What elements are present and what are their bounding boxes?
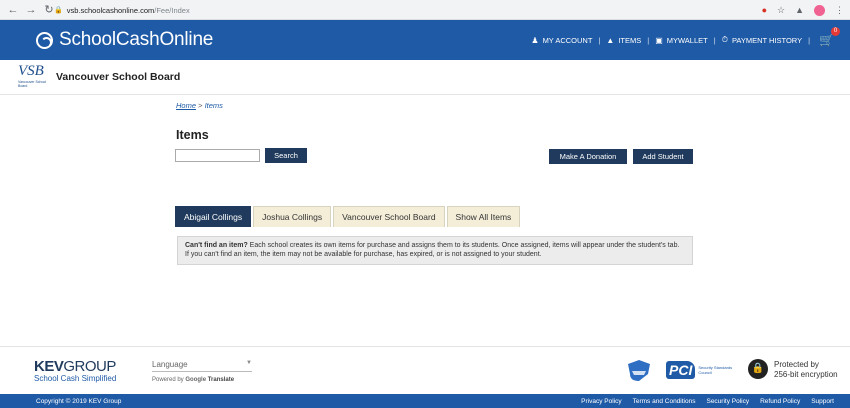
kev-logo-thin: GROUP [63,358,116,375]
powered-by-google: Powered by Google Translate [152,377,234,383]
language-select[interactable]: Language ▼ [152,360,252,372]
page-title: Items [176,128,209,142]
search-input[interactable] [175,149,260,162]
security-shield-icon [628,360,650,381]
nav-separator: | [598,35,601,45]
encryption-lock-icon: 🔒 [748,359,768,379]
profile-avatar-icon[interactable] [814,4,825,16]
pci-mark: PCI [666,361,696,379]
extension-puzzle-icon[interactable]: ▲ [795,3,804,17]
translate-link[interactable]: Translate [208,377,234,383]
search-button[interactable]: Search [265,148,307,163]
brand-link[interactable]: SchoolCashOnline [36,29,213,51]
copyright: Copyright © 2019 KEV Group [36,397,122,405]
protected-line-1: Protected by [774,360,819,369]
nav-label: ITEMS [618,35,642,45]
make-donation-button[interactable]: Make A Donation [549,149,627,164]
user-icon: ♟ [531,35,539,45]
back-arrow-icon[interactable]: ← [6,3,20,17]
nav-label: MYWALLET [666,35,708,45]
shopping-bag-icon: ▲ [606,35,615,45]
add-student-button[interactable]: Add Student [633,149,693,164]
extension-icon[interactable]: ● [762,3,767,17]
vsb-logo[interactable]: VSB Vancouver School Board [18,62,50,92]
tab-abigail-collings[interactable]: Abigail Collings [175,206,252,227]
nav-separator: | [713,35,716,45]
powered-by-text: Powered by [152,377,184,383]
history-icon: ⏱ [721,35,728,44]
schoolcash-logo-icon [36,31,53,49]
kev-tagline: School Cash Simplified [34,374,117,383]
nav-items[interactable]: ▲ ITEMS [606,36,641,45]
chevron-down-icon: ▼ [246,360,252,366]
breadcrumb-home-link[interactable]: Home [176,101,196,110]
info-message: Can't find an item? Each school creates … [177,236,693,265]
cart-icon: 🛒 [819,33,834,47]
info-text: Each school creates its own items for pu… [185,242,680,258]
google-text: Google [185,377,207,383]
browser-actions: ● ☆ ▲ ⋮ [762,3,844,17]
top-nav: ♟ MY ACCOUNT | ▲ ITEMS | ▣ MYWALLET | ⏱ … [531,20,840,60]
footer-links: Privacy Policy Terms and Conditions Secu… [581,394,834,408]
terms-link[interactable]: Terms and Conditions [633,398,696,405]
star-bookmark-icon[interactable]: ☆ [777,3,785,17]
brand-name: SchoolCashOnline [59,29,214,50]
pci-badge: PCI Security Standards Council [666,359,736,381]
tab-show-all-items[interactable]: Show All Items [446,206,521,227]
nav-label: PAYMENT HISTORY [731,35,803,45]
footer: KEVGROUP School Cash Simplified Language… [0,346,850,394]
info-heading: Can't find an item? [185,242,248,249]
cart-count-badge: 0 [831,27,840,36]
browser-toolbar: ← → ↻ 🔒 vsb.schoolcashonline.com/Fee/Ind… [0,0,850,20]
privacy-policy-link[interactable]: Privacy Policy [581,398,621,405]
google-wordmark: Google [185,377,206,383]
kebab-menu-icon[interactable]: ⋮ [835,3,844,17]
tab-joshua-collings[interactable]: Joshua Collings [253,206,332,227]
kev-logo-bold: KEV [34,358,64,375]
nav-separator: | [647,35,650,45]
url-domain: vsb.schoolcashonline.com [66,5,155,15]
refund-policy-link[interactable]: Refund Policy [760,398,800,405]
security-policy-link[interactable]: Security Policy [706,398,749,405]
nav-mywallet[interactable]: ▣ MYWALLET [655,36,708,45]
student-tabs: Abigail Collings Joshua Collings Vancouv… [175,206,522,227]
address-bar[interactable]: 🔒 vsb.schoolcashonline.com/Fee/Index [54,3,794,17]
kev-group-logo[interactable]: KEVGROUP School Cash Simplified [34,359,116,383]
vsb-logo-mark: VSB [18,63,44,79]
nav-payment-history[interactable]: ⏱ PAYMENT HISTORY [722,35,802,45]
breadcrumb-current: Items [204,101,223,110]
url-path: /Fee/Index [154,5,190,15]
wallet-icon: ▣ [655,35,663,45]
language-label: Language [152,360,188,369]
cart-button[interactable]: 🛒 0 [819,27,840,47]
nav-my-account[interactable]: ♟ MY ACCOUNT [531,36,592,45]
support-link[interactable]: Support [811,398,834,405]
encryption-note: Protected by 256-bit encryption [774,360,838,380]
nav-label: MY ACCOUNT [542,35,593,45]
tab-vancouver-school-board[interactable]: Vancouver School Board [333,206,445,227]
pci-caption: Security Standards Council [698,365,733,375]
bottom-bar: Copyright © 2019 KEV Group Privacy Polic… [0,394,850,408]
breadcrumb: Home > Items [176,101,223,110]
protected-line-2: 256-bit encryption [774,370,838,379]
forward-arrow-icon[interactable]: → [24,3,38,17]
site-header: SchoolCashOnline ♟ MY ACCOUNT | ▲ ITEMS … [0,20,850,60]
board-bar: VSB Vancouver School Board Vancouver Sch… [0,60,850,95]
lock-icon: 🔒 [54,7,63,14]
board-name: Vancouver School Board [56,71,181,83]
vsb-logo-caption: Vancouver School Board [18,80,47,88]
nav-separator: | [808,35,811,45]
breadcrumb-separator: > [198,101,203,110]
